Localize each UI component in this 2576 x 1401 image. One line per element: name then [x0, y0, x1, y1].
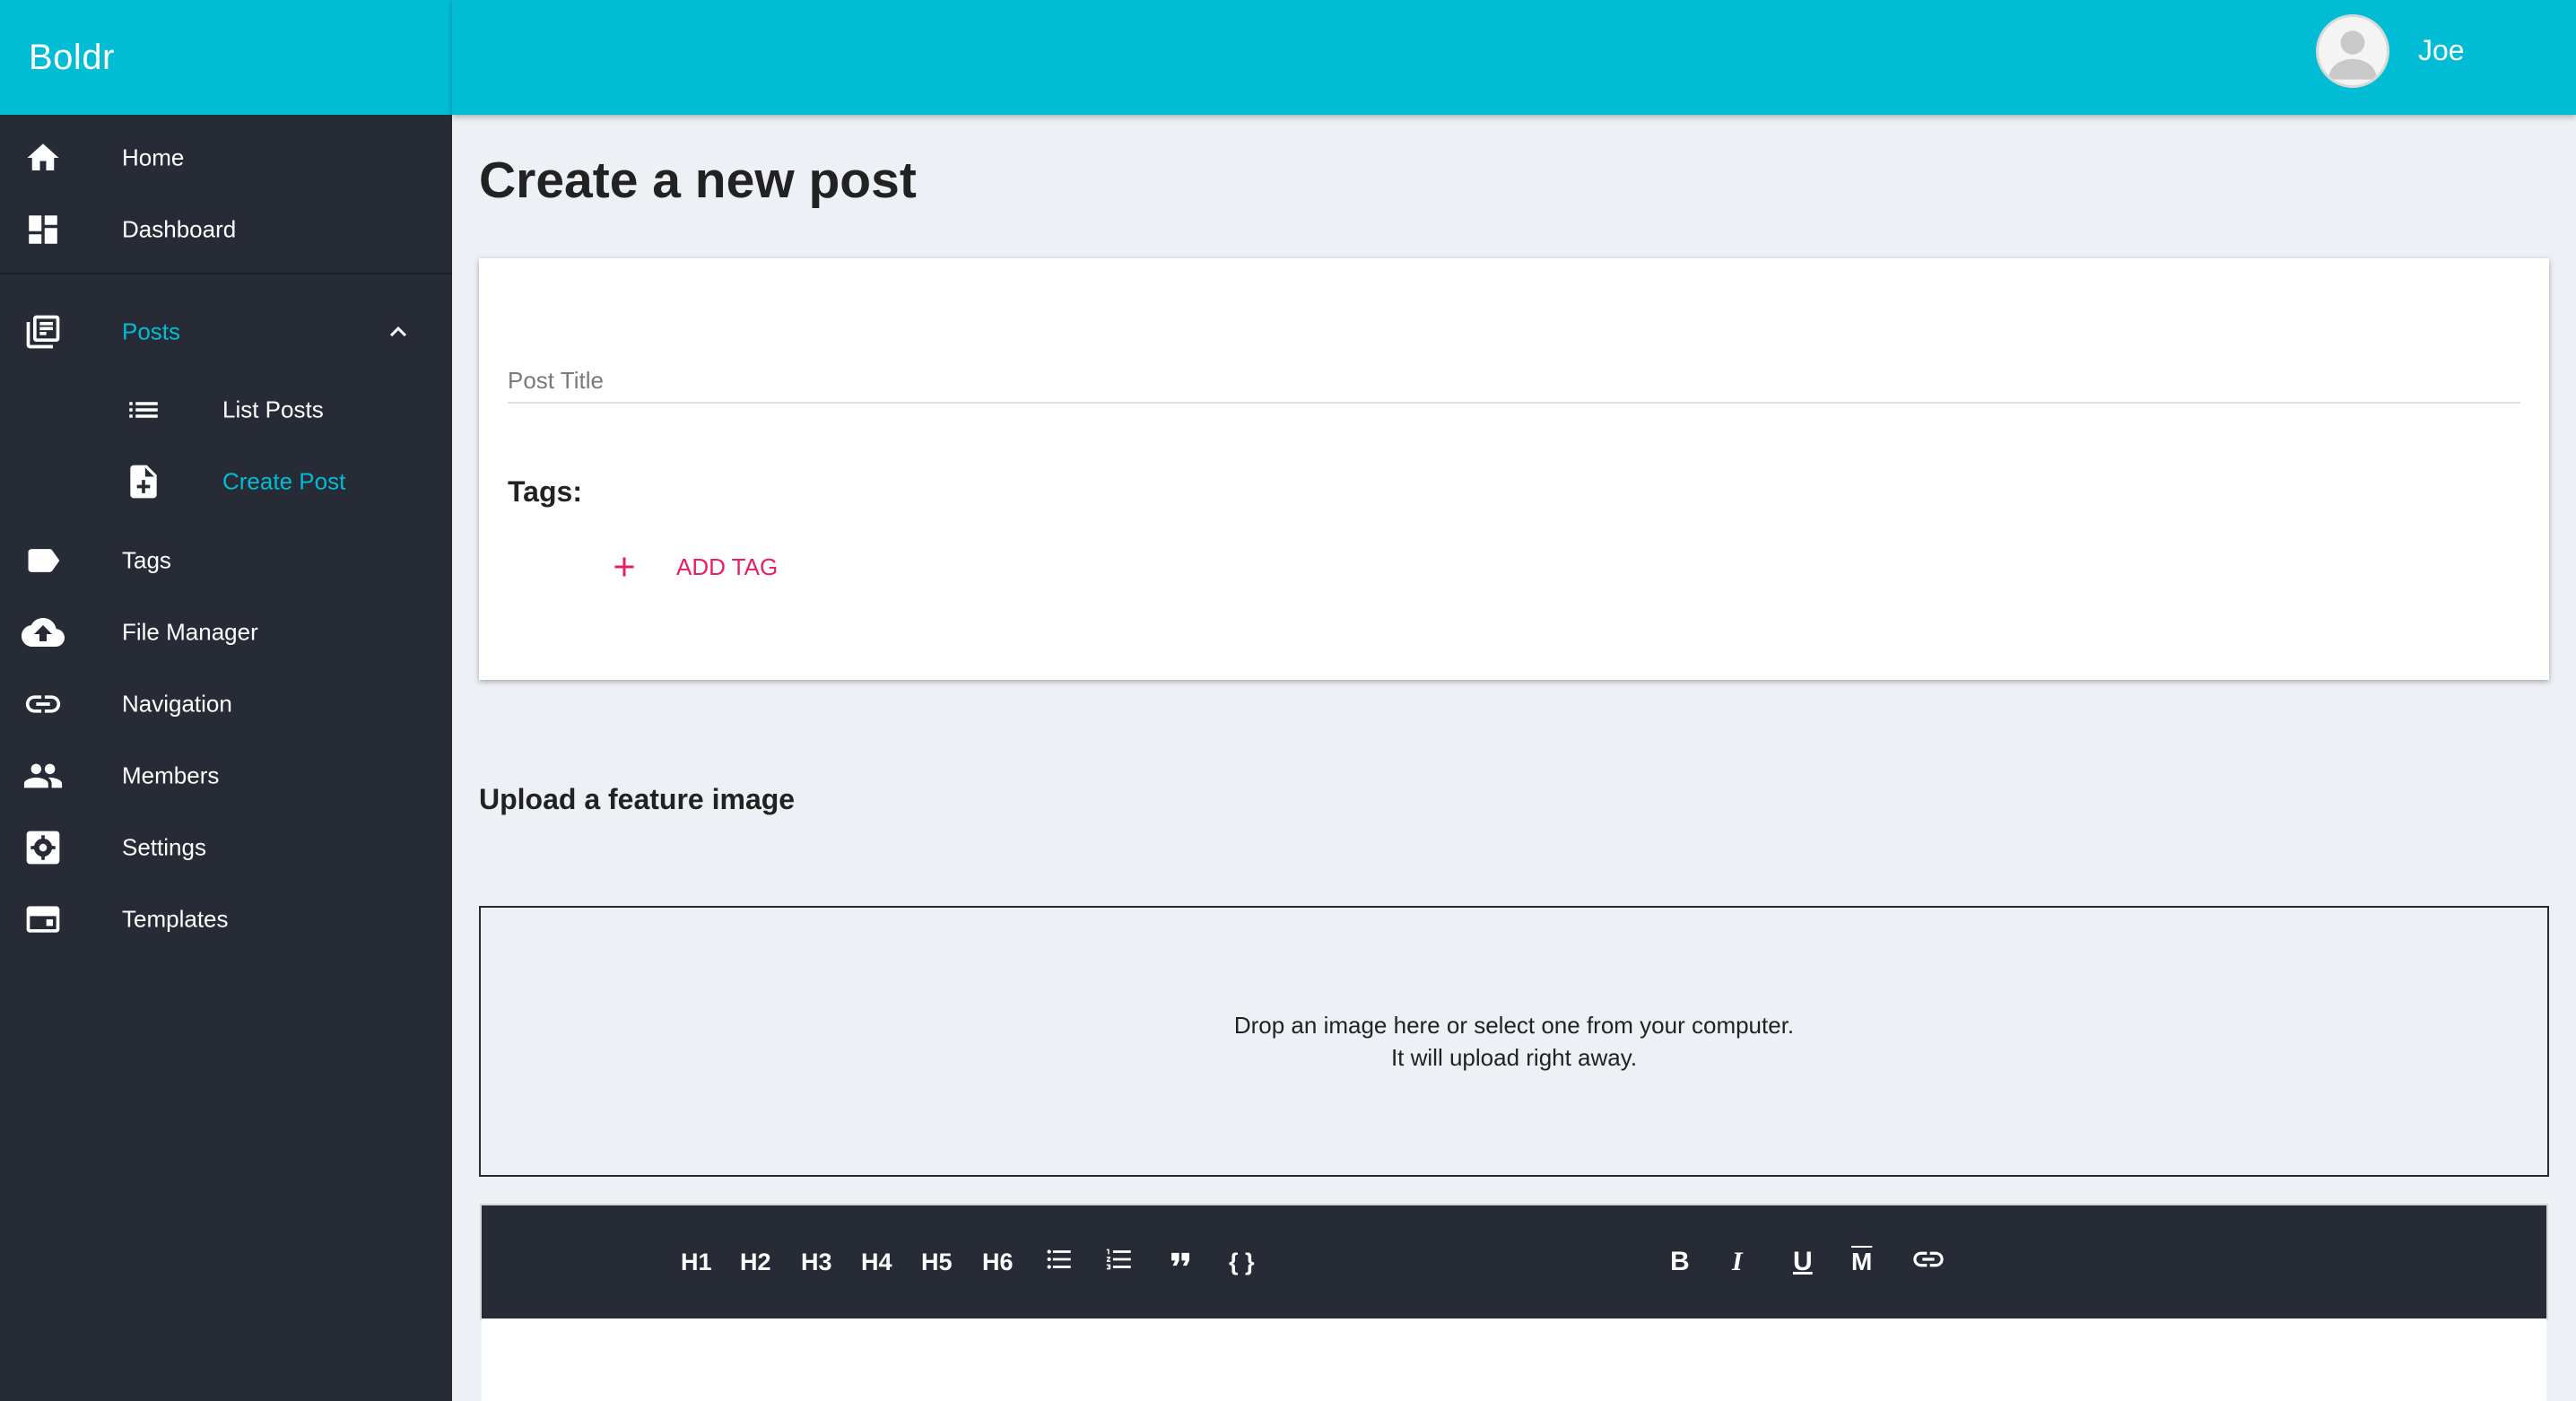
posts-icon	[22, 310, 65, 353]
sidebar-item-dashboard[interactable]: Dashboard	[0, 198, 452, 261]
sidebar-item-create-post[interactable]: Create Post	[0, 450, 452, 513]
bold-button[interactable]: B	[1670, 1241, 1690, 1283]
sidebar-item-label: Templates	[122, 905, 229, 933]
editor-content-area[interactable]	[482, 1318, 2546, 1401]
sidebar-item-navigation[interactable]: Navigation	[0, 673, 452, 735]
underline-button[interactable]: U	[1793, 1241, 1813, 1283]
settings-icon	[22, 826, 65, 869]
sidebar-item-settings[interactable]: Settings	[0, 816, 452, 879]
sidebar-item-home[interactable]: Home	[0, 126, 452, 189]
sidebar-item-label: Navigation	[122, 690, 232, 718]
user-name[interactable]: Joe	[2418, 34, 2465, 67]
sidebar-item-label: Dashboard	[122, 215, 237, 243]
cloud-upload-icon	[22, 611, 65, 654]
tag-icon	[22, 539, 65, 582]
dashboard-icon	[22, 208, 65, 251]
sidebar-item-label: Tags	[122, 546, 171, 574]
h3-button[interactable]: H3	[801, 1241, 832, 1283]
sidebar: Boldr Home Dashboard Posts List Posts Cr…	[0, 0, 452, 1401]
quote-icon	[1165, 1244, 1196, 1281]
sidebar-item-label: Settings	[122, 833, 206, 861]
note-add-icon	[122, 460, 165, 503]
dropzone-text-line1: Drop an image here or select one from yo…	[1233, 1012, 1795, 1039]
sidebar-item-tags[interactable]: Tags	[0, 529, 452, 592]
sidebar-item-members[interactable]: Members	[0, 744, 452, 807]
blockquote-button[interactable]	[1165, 1241, 1196, 1283]
sidebar-item-label: Posts	[122, 318, 181, 345]
top-app-bar	[452, 0, 2576, 115]
numbered-list-button[interactable]	[1104, 1241, 1135, 1283]
sidebar-divider	[0, 273, 452, 274]
sidebar-item-label: Home	[122, 144, 185, 171]
chevron-up-icon[interactable]	[382, 316, 414, 348]
brand-logo[interactable]: Boldr	[0, 0, 452, 115]
bulleted-list-icon	[1044, 1244, 1075, 1281]
h4-button[interactable]: H4	[861, 1241, 892, 1283]
sidebar-item-label: List Posts	[222, 396, 324, 423]
templates-icon	[22, 898, 65, 941]
sidebar-item-file-manager[interactable]: File Manager	[0, 601, 452, 664]
sidebar-item-posts[interactable]: Posts	[0, 300, 452, 363]
bulleted-list-button[interactable]	[1044, 1241, 1075, 1283]
h6-button[interactable]: H6	[982, 1241, 1014, 1283]
sidebar-item-templates[interactable]: Templates	[0, 888, 452, 951]
home-icon	[22, 136, 65, 179]
dropzone-text-line2: It will upload right away.	[1390, 1044, 1638, 1071]
people-icon	[22, 754, 65, 797]
post-details-card: Tags:	[479, 258, 2549, 680]
h2-button[interactable]: H2	[740, 1241, 771, 1283]
avatar[interactable]	[2316, 14, 2389, 88]
sidebar-item-label: Members	[122, 761, 220, 789]
sidebar-item-list-posts[interactable]: List Posts	[0, 379, 452, 441]
link-icon	[1910, 1241, 1946, 1284]
app: Boldr Home Dashboard Posts List Posts Cr…	[0, 0, 2576, 1401]
h1-button[interactable]: H1	[681, 1241, 712, 1283]
list-icon	[122, 388, 165, 431]
add-tag-label: ADD TAG	[676, 553, 779, 580]
upload-heading: Upload a feature image	[479, 783, 796, 815]
post-title-input[interactable]	[508, 359, 2520, 404]
editor-toolbar: H1 H2 H3 H4 H5 H6 { } B I U M	[482, 1205, 2546, 1318]
plus-icon	[608, 551, 640, 583]
add-tag-button[interactable]: ADD TAG	[608, 540, 778, 594]
sidebar-item-label: Create Post	[222, 467, 346, 495]
image-dropzone[interactable]: Drop an image here or select one from yo…	[479, 906, 2549, 1177]
strikethrough-button[interactable]: M	[1851, 1241, 1872, 1283]
link-icon	[22, 683, 65, 726]
page-title: Create a new post	[479, 152, 917, 209]
h5-button[interactable]: H5	[921, 1241, 953, 1283]
numbered-list-icon	[1104, 1244, 1135, 1281]
insert-link-button[interactable]	[1910, 1241, 1946, 1283]
tags-label: Tags:	[508, 475, 582, 508]
italic-button[interactable]: I	[1732, 1241, 1743, 1283]
code-button[interactable]: { }	[1229, 1241, 1255, 1283]
sidebar-item-label: File Manager	[122, 618, 258, 646]
